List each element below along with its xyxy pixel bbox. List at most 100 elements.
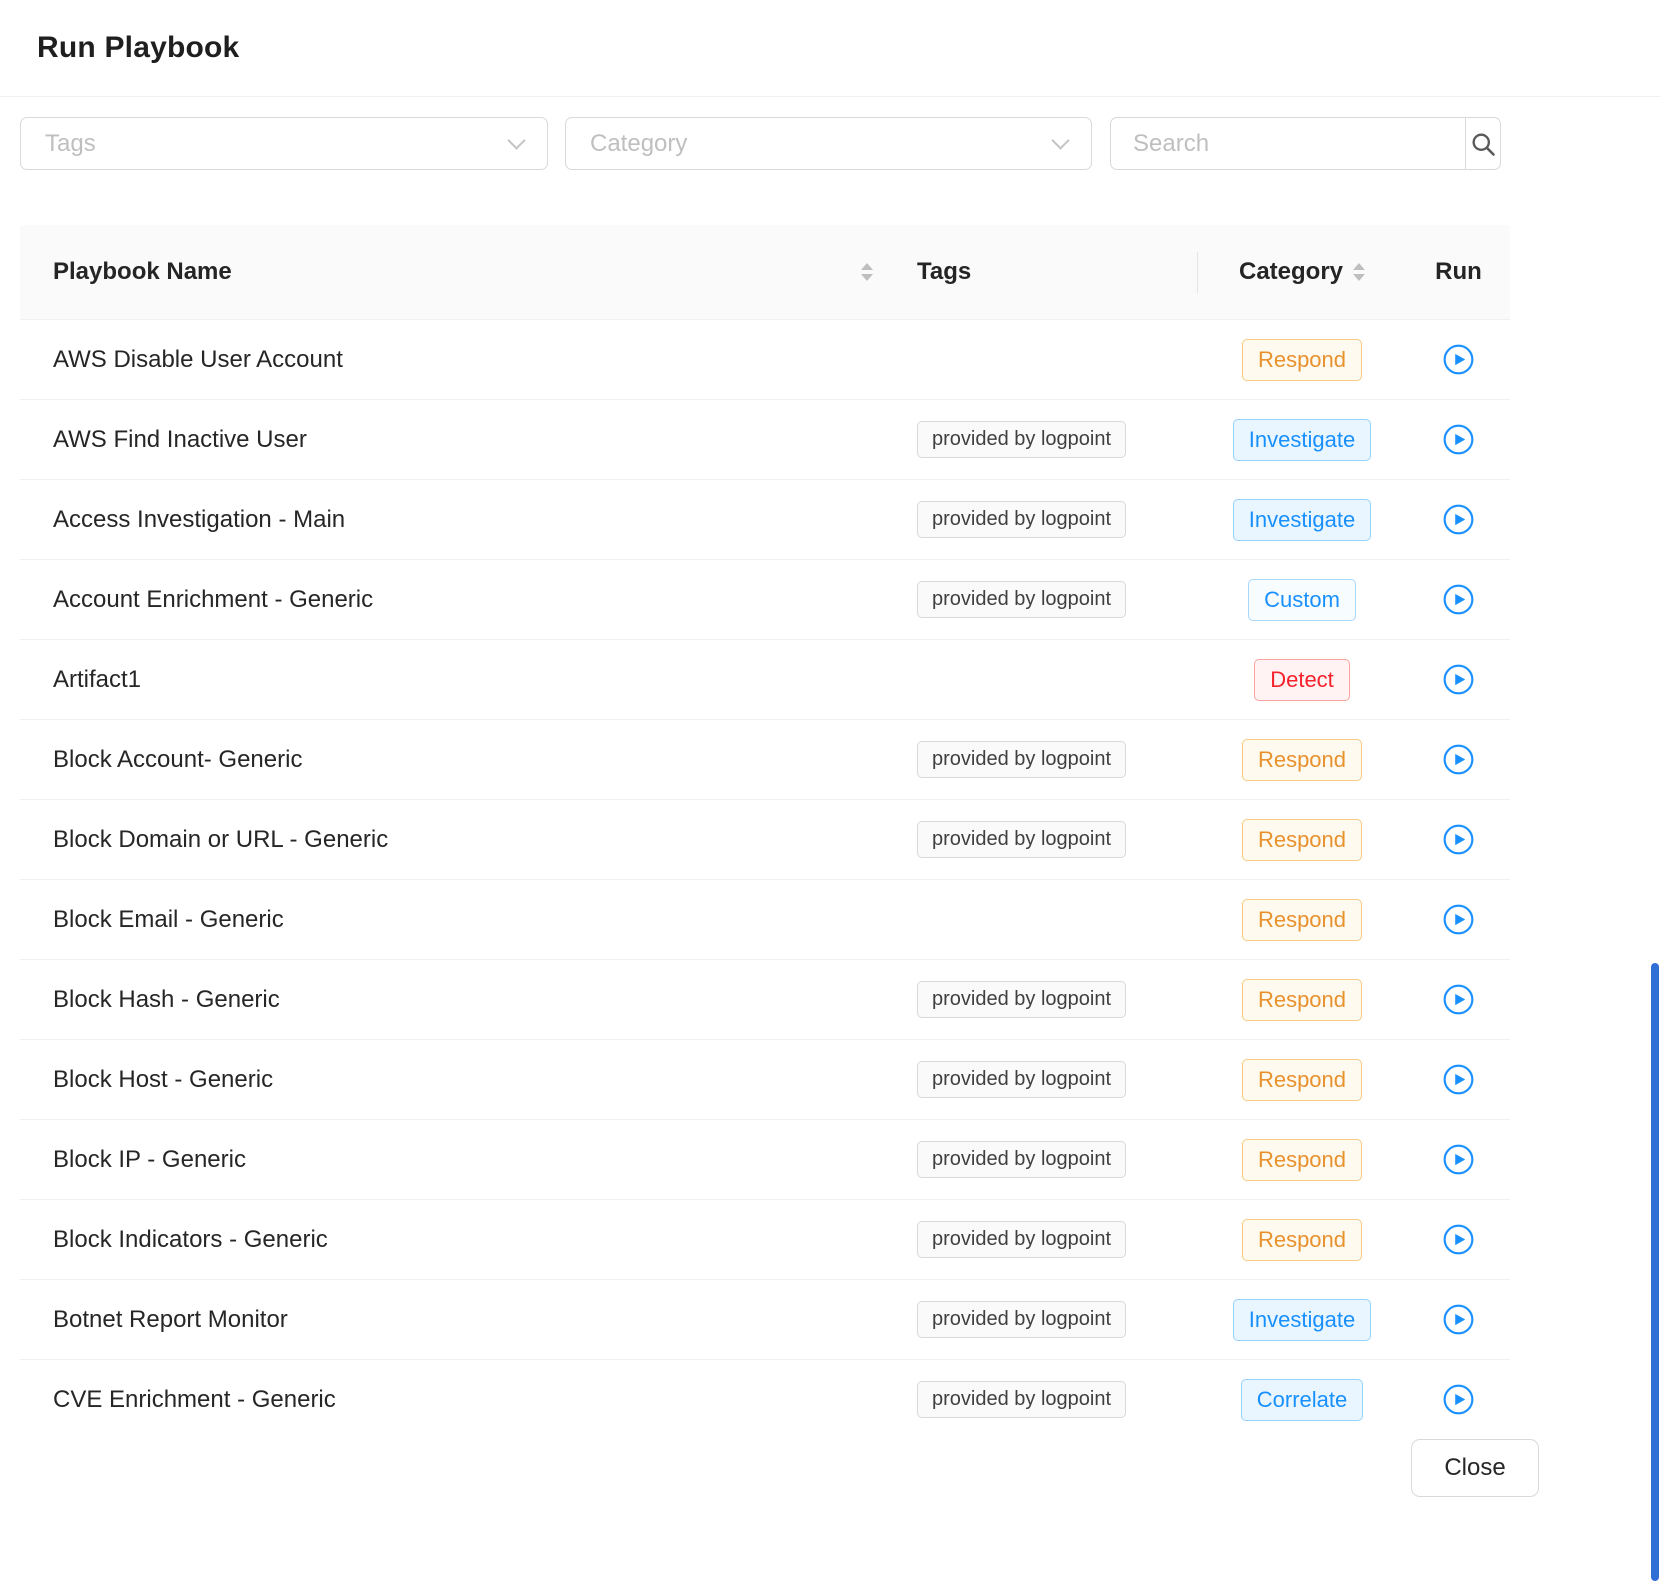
category-cell: Respond (1197, 880, 1407, 959)
search-input[interactable] (1111, 118, 1465, 169)
table-row: AWS Disable User Account Respond (20, 320, 1510, 400)
tags-cell: provided by logpoint (897, 960, 1197, 1039)
tags-cell: provided by logpoint (897, 800, 1197, 879)
playbook-name-cell: AWS Find Inactive User (20, 400, 897, 479)
play-icon (1443, 1144, 1474, 1175)
category-cell: Detect (1197, 640, 1407, 719)
tags-cell: provided by logpoint (897, 400, 1197, 479)
run-cell (1407, 1040, 1510, 1119)
table-row: CVE Enrichment - Generic provided by log… (20, 1360, 1510, 1440)
modal-footer: Close (0, 1437, 1660, 1584)
scrollbar-thumb[interactable] (1651, 963, 1659, 1581)
playbook-name: Block Email - Generic (53, 906, 284, 934)
run-playbook-button[interactable] (1443, 664, 1474, 695)
run-cell (1407, 1200, 1510, 1279)
tag-chip: provided by logpoint (917, 421, 1126, 458)
run-playbook-button[interactable] (1443, 584, 1474, 615)
category-badge: Detect (1254, 659, 1350, 701)
run-playbook-button[interactable] (1443, 984, 1474, 1015)
search-button[interactable] (1465, 118, 1500, 169)
column-header-playbook-name[interactable]: Playbook Name (20, 225, 897, 319)
run-playbook-button[interactable] (1443, 424, 1474, 455)
column-header-label: Run (1435, 258, 1482, 286)
playbook-table: Playbook Name Tags Category Run AWS Disa… (20, 225, 1510, 1440)
category-cell: Respond (1197, 1200, 1407, 1279)
chevron-down-icon (1051, 131, 1069, 149)
category-badge: Custom (1248, 579, 1356, 621)
sort-icon[interactable] (1353, 263, 1365, 281)
category-cell: Custom (1197, 560, 1407, 639)
column-header-tags: Tags (897, 225, 1197, 319)
category-filter-placeholder: Category (590, 130, 687, 158)
table-row: Artifact1 Detect (20, 640, 1510, 720)
run-cell (1407, 1120, 1510, 1199)
category-cell: Respond (1197, 720, 1407, 799)
tags-cell (897, 880, 1197, 959)
category-cell: Respond (1197, 960, 1407, 1039)
table-row: AWS Find Inactive User provided by logpo… (20, 400, 1510, 480)
run-playbook-button[interactable] (1443, 1064, 1474, 1095)
table-row: Block Account- Generic provided by logpo… (20, 720, 1510, 800)
category-cell: Respond (1197, 800, 1407, 879)
playbook-name-cell: Access Investigation - Main (20, 480, 897, 559)
run-playbook-button[interactable] (1443, 1304, 1474, 1335)
run-cell (1407, 720, 1510, 799)
playbook-name-cell: Botnet Report Monitor (20, 1280, 897, 1359)
run-playbook-button[interactable] (1443, 744, 1474, 775)
close-button[interactable]: Close (1411, 1439, 1539, 1497)
tag-chip: provided by logpoint (917, 1061, 1126, 1098)
table-row: Account Enrichment - Generic provided by… (20, 560, 1510, 640)
run-playbook-button[interactable] (1443, 1384, 1474, 1415)
run-playbook-button[interactable] (1443, 1224, 1474, 1255)
run-cell (1407, 320, 1510, 399)
run-cell (1407, 480, 1510, 559)
tag-chip: provided by logpoint (917, 741, 1126, 778)
category-cell: Investigate (1197, 480, 1407, 559)
modal-header: Run Playbook (0, 0, 1660, 97)
run-playbook-button[interactable] (1443, 1144, 1474, 1175)
run-cell (1407, 640, 1510, 719)
playbook-name-cell: CVE Enrichment - Generic (20, 1360, 897, 1439)
run-playbook-button[interactable] (1443, 344, 1474, 375)
play-icon (1443, 824, 1474, 855)
table-row: Block Email - Generic Respond (20, 880, 1510, 960)
run-playbook-button[interactable] (1443, 504, 1474, 535)
run-playbook-button[interactable] (1443, 904, 1474, 935)
play-icon (1443, 584, 1474, 615)
playbook-name-cell: Artifact1 (20, 640, 897, 719)
playbook-name-cell: Block Email - Generic (20, 880, 897, 959)
tags-cell: provided by logpoint (897, 560, 1197, 639)
play-icon (1443, 424, 1474, 455)
category-badge: Respond (1242, 1059, 1362, 1101)
category-badge: Respond (1242, 899, 1362, 941)
category-cell: Correlate (1197, 1360, 1407, 1439)
column-header-label: Category (1239, 258, 1343, 286)
category-filter-select[interactable]: Category (565, 117, 1092, 170)
table-row: Block IP - Generic provided by logpoint … (20, 1120, 1510, 1200)
table-body: AWS Disable User Account Respond AWS Fin… (20, 320, 1510, 1440)
table-row: Botnet Report Monitor provided by logpoi… (20, 1280, 1510, 1360)
tags-cell: provided by logpoint (897, 1200, 1197, 1279)
playbook-name-cell: Block Indicators - Generic (20, 1200, 897, 1279)
table-row: Block Domain or URL - Generic provided b… (20, 800, 1510, 880)
play-icon (1443, 1224, 1474, 1255)
run-playbook-button[interactable] (1443, 824, 1474, 855)
sort-icon[interactable] (861, 263, 873, 281)
tags-cell: provided by logpoint (897, 1040, 1197, 1119)
category-badge: Respond (1242, 339, 1362, 381)
run-cell (1407, 880, 1510, 959)
column-header-category[interactable]: Category (1197, 225, 1407, 319)
tag-chip: provided by logpoint (917, 1141, 1126, 1178)
playbook-name-cell: Block IP - Generic (20, 1120, 897, 1199)
category-badge: Investigate (1233, 499, 1371, 541)
tags-filter-select[interactable]: Tags (20, 117, 548, 170)
tags-cell (897, 640, 1197, 719)
search-icon (1469, 130, 1497, 158)
search-box (1110, 117, 1501, 170)
playbook-name: Block Indicators - Generic (53, 1226, 328, 1254)
run-cell (1407, 1280, 1510, 1359)
playbook-name: Access Investigation - Main (53, 506, 345, 534)
playbook-name: Block Domain or URL - Generic (53, 826, 388, 854)
tag-chip: provided by logpoint (917, 1381, 1126, 1418)
playbook-name: Block IP - Generic (53, 1146, 246, 1174)
